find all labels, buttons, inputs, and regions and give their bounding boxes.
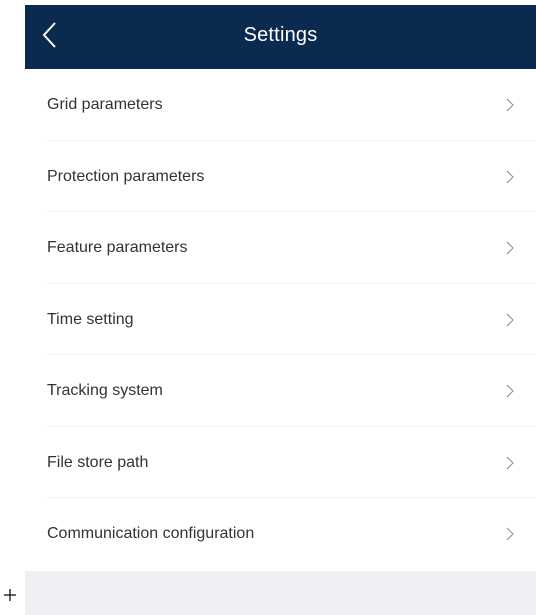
settings-screen: Settings Grid parameters Protection para… [25, 5, 536, 615]
plus-icon [4, 589, 16, 601]
menu-item-protection-parameters[interactable]: Protection parameters [25, 141, 536, 213]
bottom-blank-area [25, 571, 536, 615]
chevron-right-icon [506, 98, 514, 112]
menu-item-label: Protection parameters [47, 167, 205, 185]
app-header: Settings [25, 5, 536, 69]
menu-item-tracking-system[interactable]: Tracking system [25, 355, 536, 427]
menu-item-file-store-path[interactable]: File store path [25, 427, 536, 499]
settings-menu: Grid parameters Protection parameters Fe… [25, 69, 536, 570]
chevron-right-icon [506, 313, 514, 326]
menu-item-feature-parameters[interactable]: Feature parameters [25, 212, 536, 284]
back-button[interactable] [35, 17, 67, 53]
menu-item-label: Communication configuration [47, 525, 255, 542]
menu-item-label: File store path [47, 453, 149, 471]
chevron-left-icon [42, 22, 56, 48]
chevron-right-icon [506, 241, 514, 255]
menu-item-time-setting[interactable]: Time setting [25, 284, 536, 356]
menu-item-label: Time setting [47, 310, 134, 328]
chevron-right-icon [506, 384, 514, 398]
menu-item-label: Grid parameters [47, 96, 163, 113]
menu-item-label: Feature parameters [47, 239, 188, 256]
chevron-right-icon [506, 456, 514, 469]
chevron-right-icon [506, 527, 514, 541]
page-title: Settings [243, 24, 318, 46]
menu-item-communication-configuration[interactable]: Communication configuration [25, 498, 536, 570]
menu-item-label: Tracking system [47, 382, 163, 399]
menu-item-grid-parameters[interactable]: Grid parameters [25, 69, 536, 141]
chevron-right-icon [506, 170, 514, 183]
